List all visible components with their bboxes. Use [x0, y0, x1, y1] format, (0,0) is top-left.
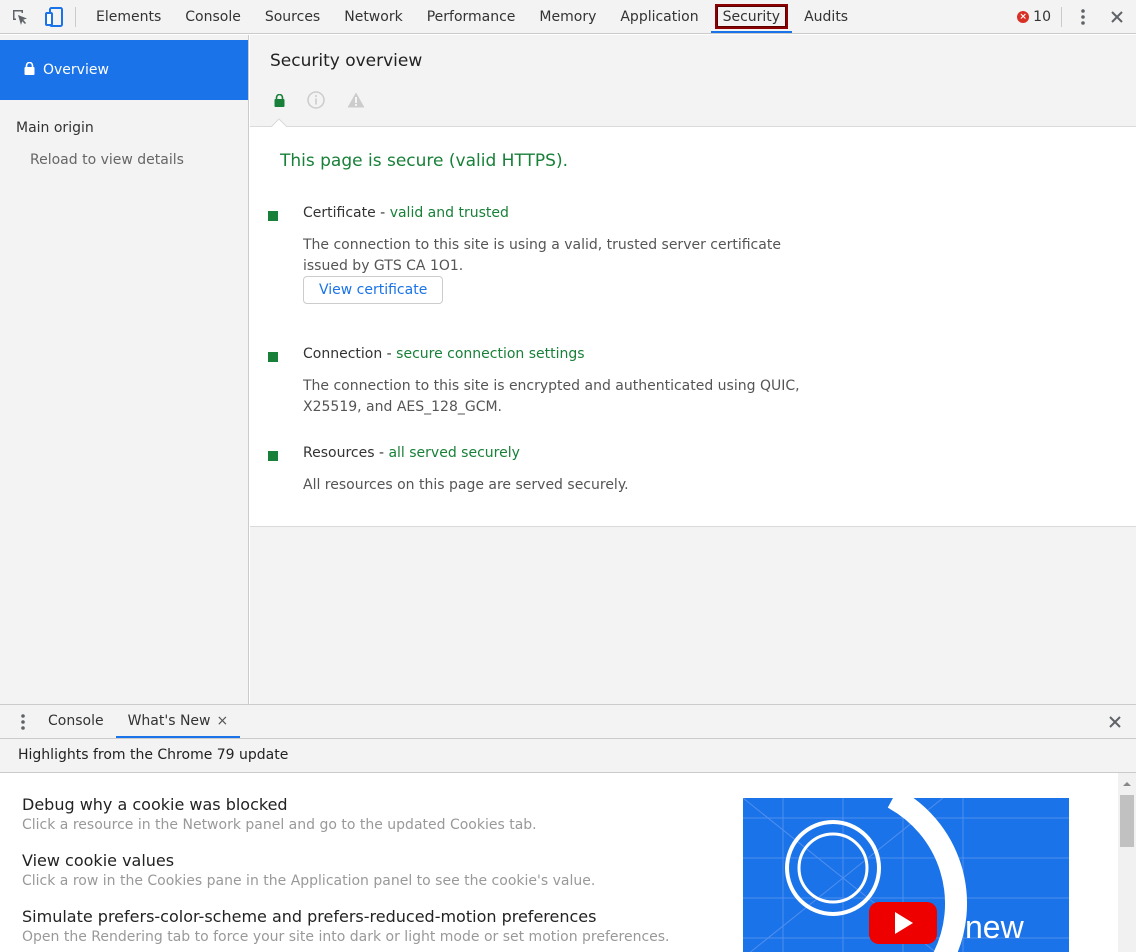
- security-item-heading: Resources - all served securely: [303, 445, 520, 461]
- security-item-description: The connection to this site is using a v…: [303, 237, 781, 274]
- panel-tabs: Elements Console Sources Network Performance…: [84, 0, 860, 34]
- drawer-tab-whats-new[interactable]: What's New ×: [115, 705, 241, 738]
- info-icon: [307, 91, 325, 113]
- error-counter[interactable]: × 10: [1017, 9, 1057, 25]
- status-bullet: [268, 211, 278, 221]
- toolbar-divider-right: [1061, 6, 1062, 27]
- security-header: Security overview: [250, 35, 1136, 128]
- security-sidebar: Overview Main origin Reload to view deta…: [0, 35, 249, 704]
- warning-icon: [347, 92, 365, 112]
- devtools-toolbar: Elements Console Sources Network Performance…: [0, 0, 1136, 34]
- error-count: 10: [1033, 8, 1051, 25]
- page-title: Security overview: [270, 51, 423, 71]
- drawer-scrollbar[interactable]: [1118, 773, 1136, 952]
- security-state-icons: [274, 91, 365, 113]
- scrollbar-thumb[interactable]: [1120, 795, 1134, 847]
- sidebar-item-overview[interactable]: Overview: [0, 40, 248, 100]
- tab-application[interactable]: Application: [608, 0, 710, 34]
- close-tab-icon[interactable]: ×: [217, 713, 229, 729]
- lock-icon: [24, 61, 35, 79]
- security-item-heading: Connection - secure connection settings: [303, 346, 585, 362]
- security-item-description: The connection to this site is encrypted…: [303, 378, 800, 415]
- tab-memory[interactable]: Memory: [527, 0, 608, 34]
- tab-network[interactable]: Network: [332, 0, 414, 34]
- inspect-element-icon[interactable]: [9, 6, 31, 28]
- drawer-tab-console[interactable]: Console: [36, 705, 116, 738]
- tab-sources[interactable]: Sources: [253, 0, 332, 34]
- security-summary: This page is secure (valid HTTPS).: [280, 151, 568, 171]
- security-summary-body: This page is secure (valid HTTPS). Certi…: [250, 127, 1136, 527]
- lock-icon: [274, 93, 285, 111]
- security-item-heading: Certificate - valid and trusted: [303, 205, 509, 221]
- security-item-description: All resources on this page are served se…: [303, 477, 629, 493]
- news-item[interactable]: Debug why a cookie was blocked Click a r…: [22, 795, 722, 833]
- close-icon[interactable]: [1106, 6, 1128, 28]
- device-toolbar-icon[interactable]: [43, 6, 65, 28]
- error-icon: ×: [1017, 10, 1030, 23]
- close-drawer-icon[interactable]: [1104, 711, 1126, 733]
- whats-new-subtitle: Highlights from the Chrome 79 update: [0, 739, 1136, 773]
- news-item[interactable]: Simulate prefers-color-scheme and prefer…: [22, 907, 722, 945]
- whats-new-video-thumbnail[interactable]: new: [743, 798, 1069, 952]
- active-tab-underline: [710, 30, 793, 33]
- tab-audits[interactable]: Audits: [792, 0, 860, 34]
- sidebar-item-label: Overview: [43, 62, 109, 78]
- view-certificate-button[interactable]: View certificate: [303, 276, 444, 304]
- tab-security[interactable]: Security: [710, 0, 793, 34]
- security-panel: Security overview This page is secure (v…: [250, 35, 1136, 704]
- status-bullet: [268, 451, 278, 461]
- svg-text:new: new: [965, 909, 1025, 945]
- status-bullet: [268, 352, 278, 362]
- tab-console[interactable]: Console: [173, 0, 253, 34]
- news-item[interactable]: View cookie values Click a row in the Co…: [22, 851, 722, 889]
- whats-new-content: Debug why a cookie was blocked Click a r…: [0, 773, 1118, 952]
- sidebar-section-main-origin: Main origin: [16, 120, 94, 136]
- drawer-tabbar: Console What's New ×: [0, 704, 1136, 739]
- toolbar-divider: [75, 6, 76, 27]
- drawer-menu-icon[interactable]: [12, 711, 34, 733]
- kebab-menu-icon[interactable]: [1072, 6, 1094, 28]
- active-tab-highlight: [714, 3, 789, 29]
- sidebar-item-reload[interactable]: Reload to view details: [30, 152, 184, 168]
- tab-elements[interactable]: Elements: [84, 0, 173, 34]
- tab-performance[interactable]: Performance: [415, 0, 528, 34]
- youtube-play-icon: [869, 902, 937, 944]
